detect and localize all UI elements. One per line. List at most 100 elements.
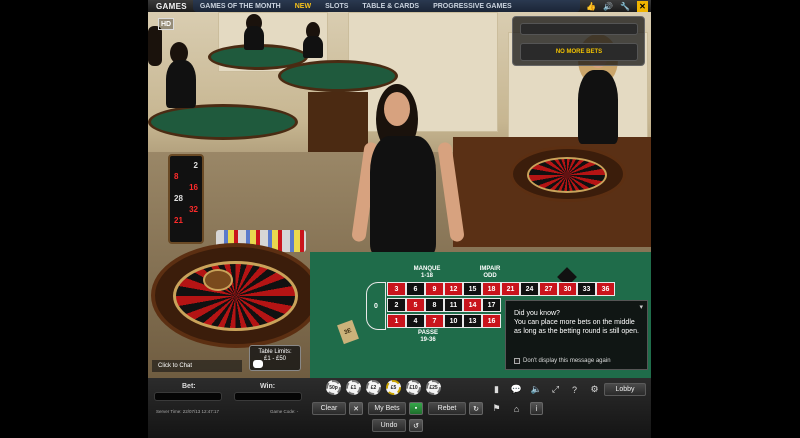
info-icon[interactable]: i — [530, 402, 543, 415]
number-cell[interactable]: 24 — [520, 282, 539, 296]
chat-icon[interactable]: 💬 — [510, 383, 523, 396]
chip-button[interactable]: £2 — [366, 380, 381, 395]
result-number: 28 — [174, 194, 183, 203]
tooltip-text: You can place more bets on the middle as… — [514, 319, 639, 335]
chat-green-icon[interactable]: ▪ — [409, 402, 423, 415]
number-cell[interactable]: 5 — [406, 298, 425, 312]
tooltip-close-icon[interactable]: ▾ — [639, 303, 643, 311]
number-cell[interactable]: 15 — [463, 282, 482, 296]
checkbox-icon[interactable] — [514, 358, 520, 364]
dealer — [244, 26, 264, 50]
hd-badge[interactable]: HD — [158, 18, 174, 30]
number-cell[interactable]: 3 — [387, 282, 406, 296]
win-amount-field — [234, 392, 302, 401]
result-number: 21 — [174, 216, 183, 225]
number-cell[interactable]: 14 — [463, 298, 482, 312]
wheel-pockets — [527, 157, 607, 193]
passe-label[interactable]: PASSE 19-36 — [405, 330, 451, 344]
zero-cell[interactable]: 0 — [366, 282, 386, 330]
dealer — [303, 36, 323, 58]
background-table — [278, 60, 398, 92]
clear-x-icon[interactable]: ✕ — [349, 402, 363, 415]
number-cell[interactable]: 4 — [406, 314, 425, 328]
rebet-button[interactable]: Rebet — [428, 402, 466, 415]
help-icon[interactable]: ? — [568, 383, 581, 396]
flag-icon[interactable]: ⚑ — [490, 402, 503, 415]
game-code: Game Code: - — [270, 409, 299, 414]
number-cell[interactable]: 13 — [463, 314, 482, 328]
dealer — [166, 60, 196, 108]
background-roulette-wheel — [510, 146, 626, 202]
result-number: 2 — [193, 161, 198, 170]
roulette-wheel — [151, 243, 321, 348]
server-time: Server Time: 22/07/13 12:47:17 — [156, 409, 220, 414]
main-dealer-face — [384, 92, 410, 126]
number-cell[interactable]: 10 — [444, 314, 463, 328]
nav-menu: GAMES OF THE MONTH NEW SLOTS TABLE & CAR… — [192, 0, 581, 12]
click-to-chat[interactable]: Click to Chat — [152, 360, 242, 372]
volume-icon[interactable]: 🔈 — [530, 383, 543, 396]
dont-display-checkbox[interactable]: Don't display this message again — [514, 358, 611, 364]
sound-icon[interactable]: 🔊 — [603, 2, 613, 11]
chip-button[interactable]: £1 — [346, 380, 361, 395]
chip-button[interactable]: £5 — [386, 380, 401, 395]
nav-slots[interactable]: SLOTS — [318, 3, 355, 10]
betting-status-panel: NO MORE BETS — [512, 16, 645, 66]
top-icons: 👍 🔊 🔧 ✕ — [586, 0, 651, 12]
lobby-button[interactable]: Lobby — [604, 383, 646, 396]
chip-button[interactable]: £25 — [426, 380, 441, 395]
number-cell[interactable]: 17 — [482, 298, 501, 312]
number-cell[interactable]: 27 — [539, 282, 558, 296]
number-cell[interactable]: 8 — [425, 298, 444, 312]
number-cell[interactable]: 7 — [425, 314, 444, 328]
result-number: 16 — [189, 183, 198, 192]
wrench-icon[interactable]: 🔧 — [620, 2, 630, 11]
bet-label: Bet: — [182, 383, 196, 390]
impair-label[interactable]: IMPAIR ODD — [470, 266, 510, 280]
games-brand[interactable]: GAMES — [148, 2, 193, 11]
number-cell[interactable]: 30 — [558, 282, 577, 296]
number-cell[interactable]: 9 — [425, 282, 444, 296]
win-label: Win: — [260, 383, 276, 390]
number-cell[interactable]: 33 — [577, 282, 596, 296]
results-board: 2 8 16 28 32 21 — [168, 154, 204, 244]
chat-bubble-icon[interactable] — [253, 360, 263, 368]
home-icon[interactable]: ⌂ — [510, 402, 523, 415]
result-number: 32 — [189, 205, 198, 214]
limits-range: £1 - £50 — [263, 356, 287, 362]
number-cell[interactable]: 6 — [406, 282, 425, 296]
number-cell[interactable]: 16 — [482, 314, 501, 328]
undo-arrow-icon[interactable]: ↺ — [409, 419, 423, 432]
wheel-pockets — [173, 261, 298, 331]
chip-button[interactable]: £10 — [406, 380, 421, 395]
bet-amount-field — [154, 392, 222, 401]
settings-icon[interactable]: ⚙ — [588, 383, 601, 396]
app-root: GAMES GAMES OF THE MONTH NEW SLOTS TABLE… — [0, 0, 800, 438]
rebet-arrow-icon[interactable]: ↻ — [469, 402, 483, 415]
number-cell[interactable]: 21 — [501, 282, 520, 296]
fullscreen-icon[interactable]: ⤢ — [549, 383, 562, 396]
number-cell[interactable]: 2 — [387, 298, 406, 312]
chip-button[interactable]: 50p — [326, 380, 341, 395]
nav-progressive-games[interactable]: PROGRESSIVE GAMES — [426, 3, 519, 10]
close-icon[interactable]: ✕ — [637, 0, 648, 12]
nav-table-cards[interactable]: TABLE & CARDS — [355, 3, 426, 10]
clear-button[interactable]: Clear — [312, 402, 346, 415]
my-bets-button[interactable]: My Bets — [368, 402, 406, 415]
did-you-know-tooltip: ▾ Did you know? You can place more bets … — [505, 300, 648, 370]
limits-title: Table Limits: — [258, 349, 292, 355]
number-cell[interactable]: 12 — [444, 282, 463, 296]
nav-new[interactable]: NEW — [288, 3, 318, 10]
manque-label[interactable]: MANQUE 1-18 — [407, 266, 447, 280]
statistics-icon[interactable]: ▮ — [490, 383, 503, 396]
undo-button[interactable]: Undo — [372, 419, 406, 432]
nav-games-of-the-month[interactable]: GAMES OF THE MONTH — [193, 3, 288, 10]
number-cell[interactable]: 36 — [596, 282, 615, 296]
tooltip-title: Did you know? — [514, 310, 560, 317]
table-limits[interactable]: Table Limits: £1 - £50 — [249, 345, 301, 371]
background-table — [148, 104, 298, 140]
number-cell[interactable]: 1 — [387, 314, 406, 328]
number-cell[interactable]: 11 — [444, 298, 463, 312]
number-cell[interactable]: 18 — [482, 282, 501, 296]
thumbs-up-icon[interactable]: 👍 — [586, 2, 596, 11]
